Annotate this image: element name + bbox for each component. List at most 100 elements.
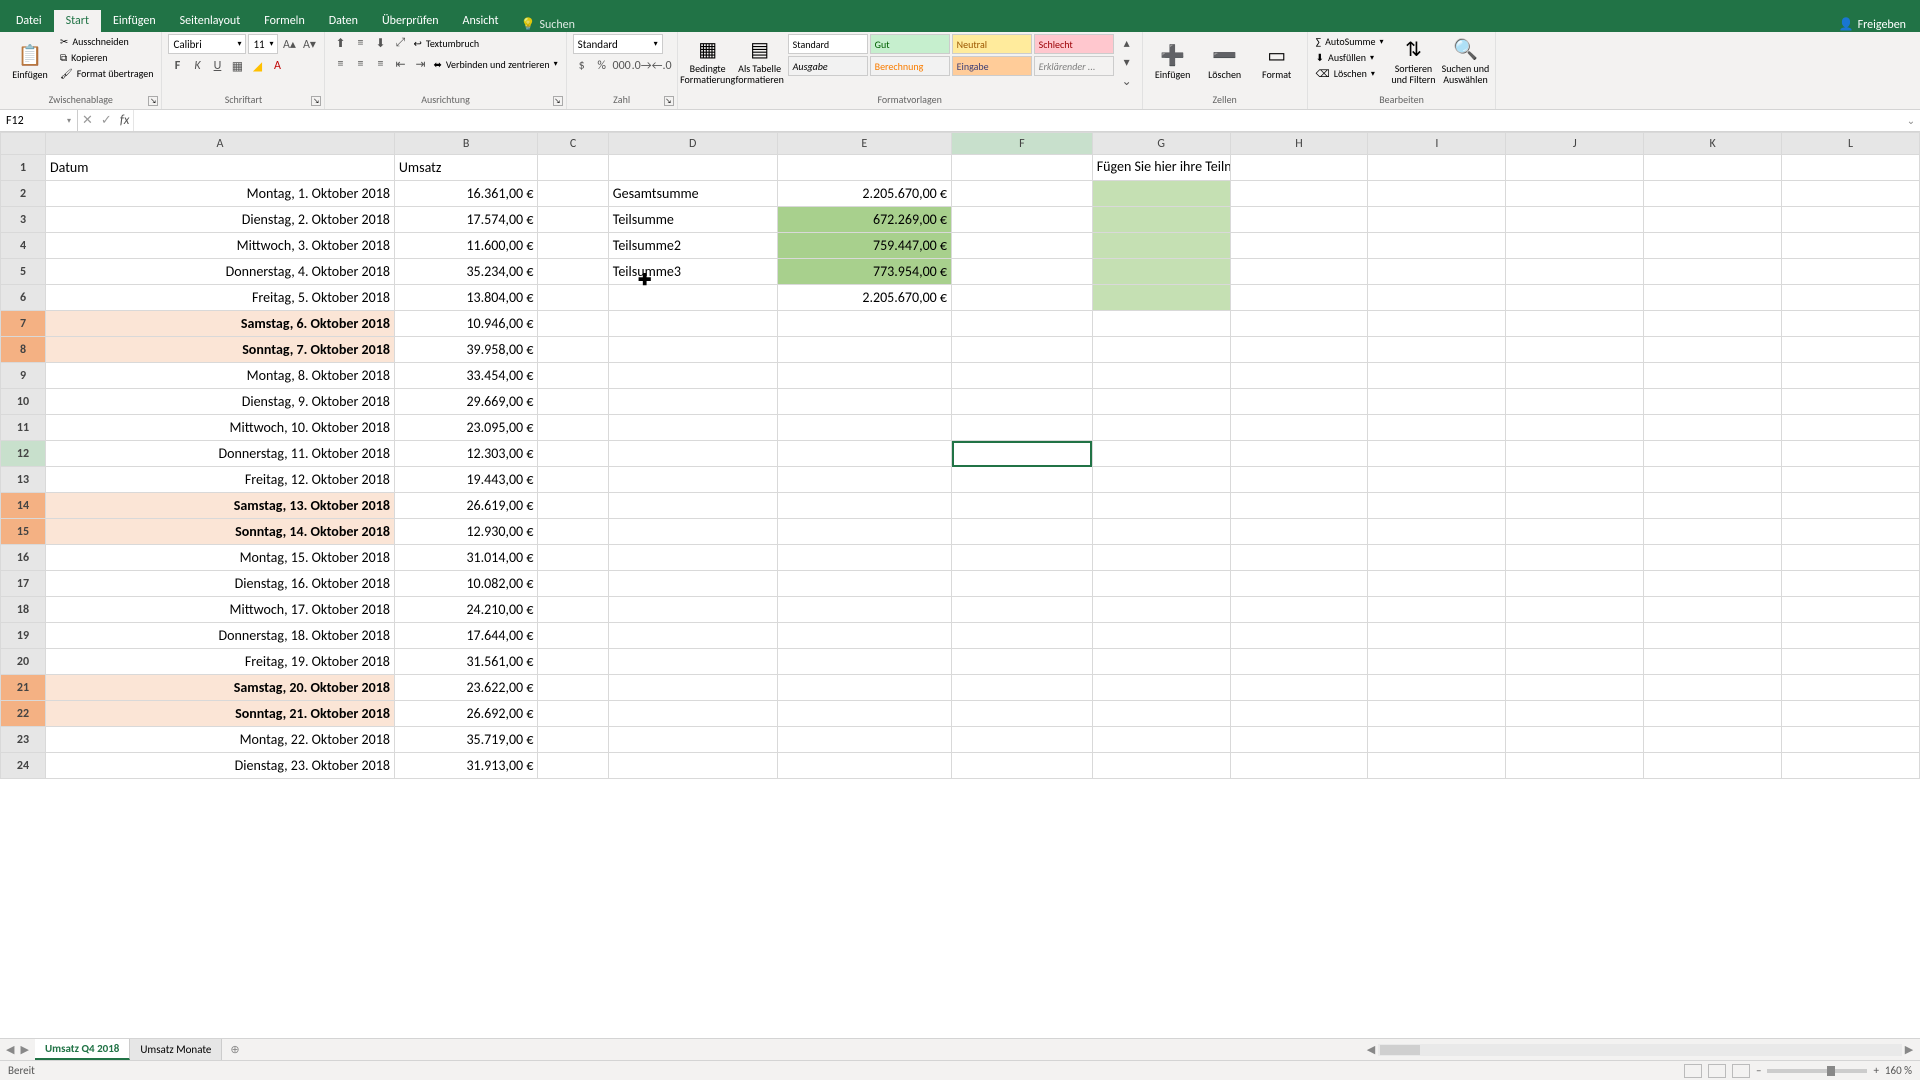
row-header-19[interactable]: 19	[1, 623, 46, 649]
cell-G8[interactable]	[1092, 337, 1230, 363]
wrap-text-button[interactable]: ↩Textumbruch	[411, 36, 481, 51]
accept-formula-icon[interactable]: ✓	[101, 113, 112, 128]
font-color-button[interactable]: A	[268, 57, 286, 75]
col-header-D[interactable]: D	[608, 133, 777, 155]
autosum-button[interactable]: ∑AutoSumme▾	[1314, 34, 1386, 49]
cell-C12[interactable]	[538, 441, 608, 467]
cell-J10[interactable]	[1506, 389, 1644, 415]
cell-I4[interactable]	[1368, 233, 1506, 259]
cell-F14[interactable]	[952, 493, 1093, 519]
cell-G13[interactable]	[1092, 467, 1230, 493]
cell-K6[interactable]	[1644, 285, 1782, 311]
cell-D14[interactable]	[608, 493, 777, 519]
cell-D10[interactable]	[608, 389, 777, 415]
cell-G17[interactable]	[1092, 571, 1230, 597]
cell-A6[interactable]: Freitag, 5. Oktober 2018	[46, 285, 395, 311]
tab-ueberpruefen[interactable]: Überprüfen	[370, 10, 451, 32]
cell-H9[interactable]	[1230, 363, 1368, 389]
cell-I14[interactable]	[1368, 493, 1506, 519]
cell-I21[interactable]	[1368, 675, 1506, 701]
cell-H6[interactable]	[1230, 285, 1368, 311]
font-size-select[interactable]: 11▾	[248, 34, 278, 54]
fx-icon[interactable]: fx	[120, 113, 130, 128]
scroll-right-icon[interactable]: ▶	[1902, 1043, 1916, 1056]
zoom-level[interactable]: 160 %	[1885, 1064, 1912, 1077]
cell-K12[interactable]	[1644, 441, 1782, 467]
cell-A12[interactable]: Donnerstag, 11. Oktober 2018	[46, 441, 395, 467]
cell-A2[interactable]: Montag, 1. Oktober 2018	[46, 181, 395, 207]
cell-E18[interactable]	[777, 597, 951, 623]
cell-K8[interactable]	[1644, 337, 1782, 363]
bold-button[interactable]: F	[168, 57, 186, 75]
cell-L22[interactable]	[1782, 701, 1920, 727]
cell-J4[interactable]	[1506, 233, 1644, 259]
row-header-8[interactable]: 8	[1, 337, 46, 363]
cell-H8[interactable]	[1230, 337, 1368, 363]
cell-L21[interactable]	[1782, 675, 1920, 701]
cell-F19[interactable]	[952, 623, 1093, 649]
delete-cells-button[interactable]: ➖Löschen	[1201, 34, 1249, 90]
cell-G20[interactable]	[1092, 649, 1230, 675]
sheet-tab-active[interactable]: Umsatz Q4 2018	[35, 1039, 130, 1060]
cell-H4[interactable]	[1230, 233, 1368, 259]
tab-ansicht[interactable]: Ansicht	[451, 10, 511, 32]
style-erklaerend[interactable]: Erklärender ...	[1034, 56, 1114, 76]
cell-J17[interactable]	[1506, 571, 1644, 597]
cell-C18[interactable]	[538, 597, 608, 623]
cell-D12[interactable]	[608, 441, 777, 467]
cell-K3[interactable]	[1644, 207, 1782, 233]
row-header-17[interactable]: 17	[1, 571, 46, 597]
thousands-icon[interactable]: 000	[613, 57, 631, 75]
cell-J19[interactable]	[1506, 623, 1644, 649]
cell-C4[interactable]	[538, 233, 608, 259]
sheet-next-icon[interactable]: ▶	[20, 1043, 28, 1056]
cell-I1[interactable]	[1368, 155, 1506, 181]
cell-L16[interactable]	[1782, 545, 1920, 571]
conditional-formatting-button[interactable]: ▦Bedingte Formatierung	[684, 34, 732, 90]
cell-K14[interactable]	[1644, 493, 1782, 519]
cell-F20[interactable]	[952, 649, 1093, 675]
cell-L2[interactable]	[1782, 181, 1920, 207]
col-header-C[interactable]: C	[538, 133, 608, 155]
cell-F4[interactable]	[952, 233, 1093, 259]
row-header-1[interactable]: 1	[1, 155, 46, 181]
cell-L17[interactable]	[1782, 571, 1920, 597]
row-header-9[interactable]: 9	[1, 363, 46, 389]
insert-cells-button[interactable]: ➕Einfügen	[1149, 34, 1197, 90]
tab-formeln[interactable]: Formeln	[252, 10, 316, 32]
cell-L4[interactable]	[1782, 233, 1920, 259]
formula-input[interactable]	[134, 110, 1902, 131]
cell-H19[interactable]	[1230, 623, 1368, 649]
cell-I19[interactable]	[1368, 623, 1506, 649]
style-eingabe[interactable]: Eingabe	[952, 56, 1032, 76]
style-neutral[interactable]: Neutral	[952, 34, 1032, 54]
cell-I7[interactable]	[1368, 311, 1506, 337]
cell-L23[interactable]	[1782, 727, 1920, 753]
cell-K10[interactable]	[1644, 389, 1782, 415]
cell-F2[interactable]	[952, 181, 1093, 207]
cell-I24[interactable]	[1368, 753, 1506, 779]
cell-G6[interactable]	[1092, 285, 1230, 311]
cell-A5[interactable]: Donnerstag, 4. Oktober 2018	[46, 259, 395, 285]
col-header-J[interactable]: J	[1506, 133, 1644, 155]
cell-E11[interactable]	[777, 415, 951, 441]
inc-decimal-icon[interactable]: .0→	[633, 57, 651, 75]
sort-filter-button[interactable]: ⇅Sortieren und Filtern	[1389, 34, 1437, 90]
cell-E8[interactable]	[777, 337, 951, 363]
tab-seitenlayout[interactable]: Seitenlayout	[168, 10, 253, 32]
cell-E3[interactable]: 672.269,00 €	[777, 207, 951, 233]
align-bottom-icon[interactable]: ⬇	[371, 34, 389, 52]
row-header-3[interactable]: 3	[1, 207, 46, 233]
format-painter-button[interactable]: 🖌Format übertragen	[58, 66, 155, 81]
cell-K21[interactable]	[1644, 675, 1782, 701]
cell-H16[interactable]	[1230, 545, 1368, 571]
cell-G10[interactable]	[1092, 389, 1230, 415]
cell-F5[interactable]	[952, 259, 1093, 285]
cell-F11[interactable]	[952, 415, 1093, 441]
cell-C2[interactable]	[538, 181, 608, 207]
cell-F10[interactable]	[952, 389, 1093, 415]
cell-G5[interactable]	[1092, 259, 1230, 285]
cell-D11[interactable]	[608, 415, 777, 441]
font-name-select[interactable]: Calibri▾	[168, 34, 246, 54]
cell-G14[interactable]	[1092, 493, 1230, 519]
